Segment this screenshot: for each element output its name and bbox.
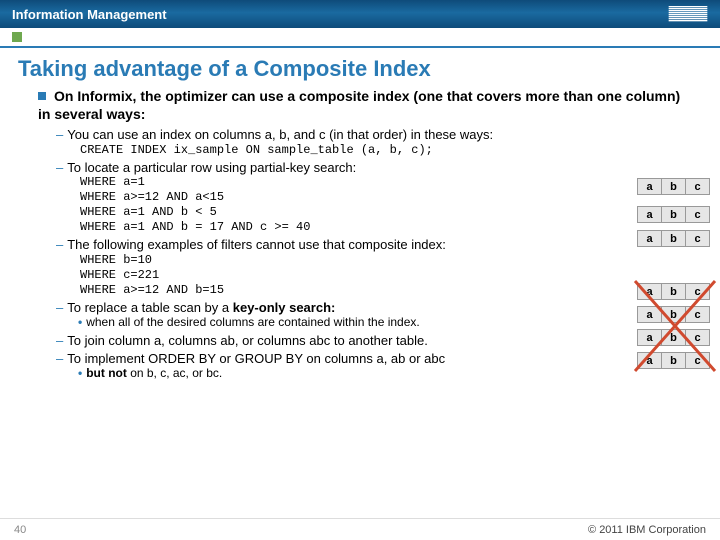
col-a: a <box>638 179 662 195</box>
code-block-2: WHERE a=1 WHERE a>=12 AND a<15 WHERE a=1… <box>80 175 694 235</box>
bullet-main-text: On Informix, the optimizer can use a com… <box>38 88 680 122</box>
col-a: a <box>638 330 662 346</box>
col-c: c <box>686 179 710 195</box>
sub4-detail: •when all of the desired columns are con… <box>78 315 694 331</box>
sub2-text: To locate a particular row using partial… <box>67 160 356 175</box>
abc-table-2: abc <box>637 206 710 223</box>
sub3-text: The following examples of filters cannot… <box>67 237 446 252</box>
abc-table-3: abc <box>637 230 710 247</box>
ibm-logo <box>668 6 708 22</box>
col-c: c <box>686 307 710 323</box>
col-c: c <box>686 284 710 300</box>
col-a: a <box>638 353 662 369</box>
sub-bullet-4: –To replace a table scan by a key-only s… <box>56 300 694 316</box>
page-title: Taking advantage of a Composite Index <box>0 48 720 88</box>
abc-table-x1: abc <box>637 283 710 300</box>
col-a: a <box>638 284 662 300</box>
content-area: On Informix, the optimizer can use a com… <box>0 88 720 382</box>
col-c: c <box>686 207 710 223</box>
sub4-strong: key-only search: <box>233 300 336 315</box>
sub5-text: To join column a, columns ab, or columns… <box>67 333 428 348</box>
sub6-text: To implement ORDER BY or GROUP BY on col… <box>67 351 445 366</box>
col-b: b <box>662 179 686 195</box>
col-b: b <box>662 284 686 300</box>
abc-table-1: abc <box>637 178 710 195</box>
sub-bullet-5: –To join column a, columns ab, or column… <box>56 333 694 349</box>
sub4-pre: To replace a table scan by a <box>67 300 233 315</box>
col-a: a <box>638 231 662 247</box>
code-block-1: CREATE INDEX ix_sample ON sample_table (… <box>80 143 694 158</box>
page-number: 40 <box>14 524 26 536</box>
copyright: © 2011 IBM Corporation <box>588 524 706 536</box>
sub6-detail: •but not on b, c, ac, or bc. <box>78 366 694 382</box>
col-b: b <box>662 330 686 346</box>
abc-table-x2: abc <box>637 306 710 323</box>
abc-table-x4: abc <box>637 352 710 369</box>
col-b: b <box>662 231 686 247</box>
bullet-square-icon <box>38 92 46 100</box>
col-b: b <box>662 307 686 323</box>
col-b: b <box>662 353 686 369</box>
sub6-bullet-strong: but not <box>86 366 127 380</box>
sub-bullet-2: –To locate a particular row using partia… <box>56 160 694 176</box>
abc-table-x3: abc <box>637 329 710 346</box>
col-a: a <box>638 307 662 323</box>
bullet-main: On Informix, the optimizer can use a com… <box>38 88 694 123</box>
topic-bar <box>0 28 720 48</box>
header-bar: Information Management <box>0 0 720 28</box>
sub1-text: You can use an index on columns a, b, an… <box>67 127 493 142</box>
footer: 40 © 2011 IBM Corporation <box>0 518 720 540</box>
code-block-3: WHERE b=10 WHERE c=221 WHERE a>=12 AND b… <box>80 253 694 298</box>
crossed-tables: abc abc abc abc <box>637 283 710 369</box>
col-a: a <box>638 207 662 223</box>
sub4-bullet-text: when all of the desired columns are cont… <box>86 315 420 329</box>
header-brand: Information Management <box>12 7 167 22</box>
col-c: c <box>686 353 710 369</box>
sub-bullet-6: –To implement ORDER BY or GROUP BY on co… <box>56 351 694 367</box>
sub-bullet-1: –You can use an index on columns a, b, a… <box>56 127 694 143</box>
sub6-bullet-post: on b, c, ac, or bc. <box>127 366 222 380</box>
topic-marker-icon <box>12 32 22 42</box>
sub-bullet-3: –The following examples of filters canno… <box>56 237 694 253</box>
col-b: b <box>662 207 686 223</box>
col-c: c <box>686 330 710 346</box>
col-c: c <box>686 231 710 247</box>
